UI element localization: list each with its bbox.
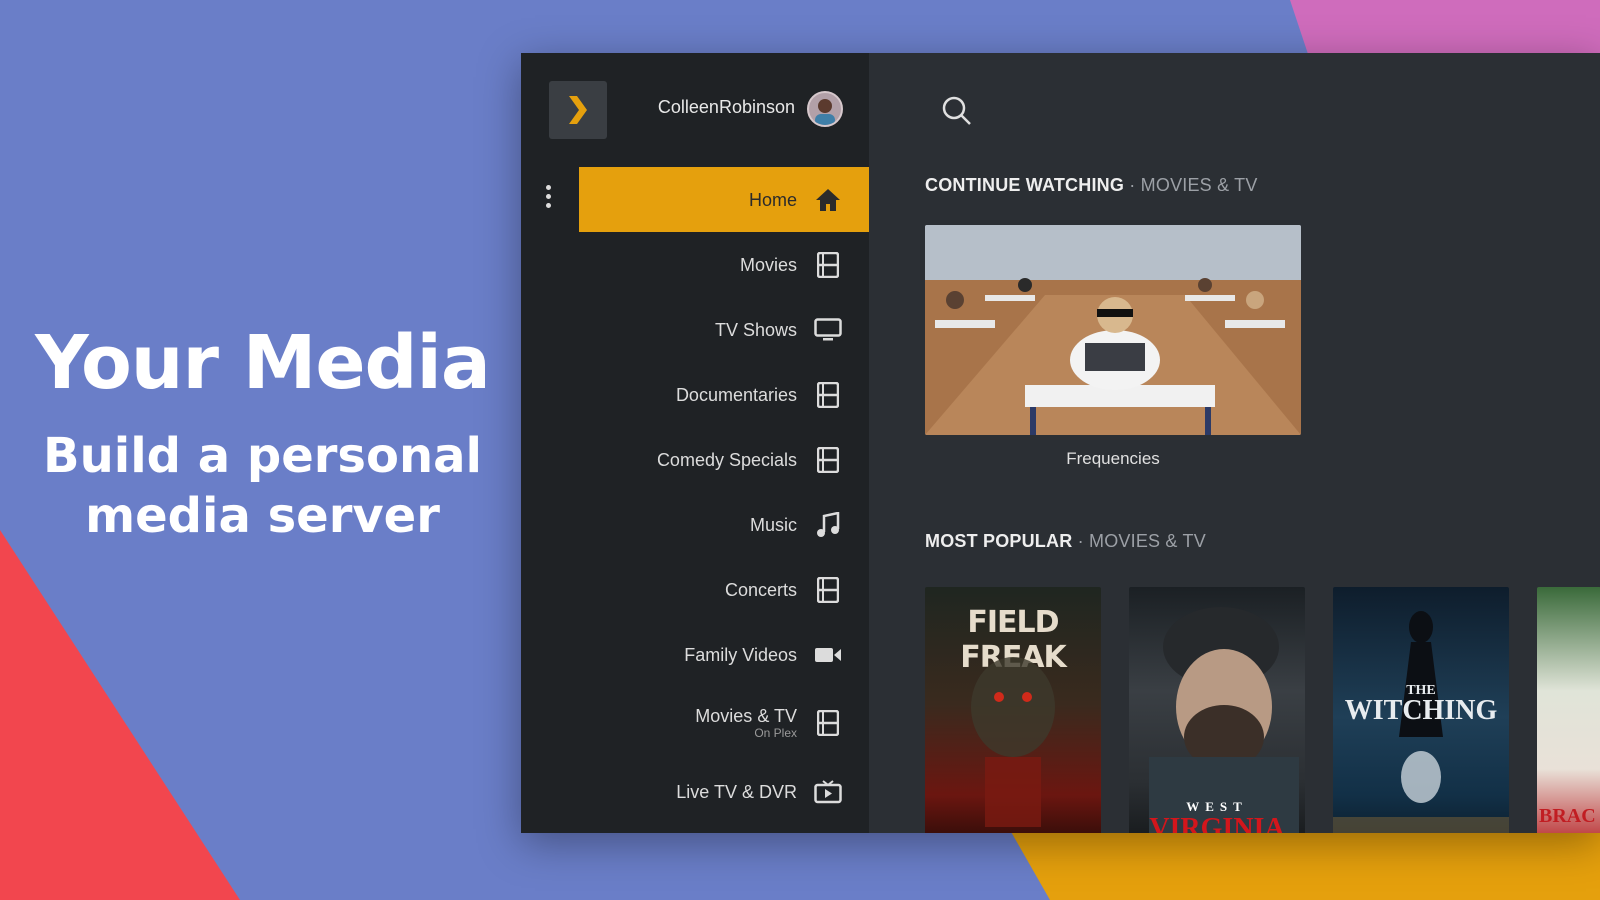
sidebar-item-home[interactable]: Home	[579, 167, 869, 232]
sidebar-item-label: Comedy Specials	[656, 449, 797, 470]
sidebar-item-sublabel: On Plex	[754, 726, 797, 740]
poster-title: VIRGINIA	[1149, 813, 1285, 833]
film-icon	[813, 575, 843, 605]
sidebar-item-label: Movies	[739, 254, 797, 275]
avatar[interactable]	[807, 91, 843, 127]
promo-subtitle: Build a personal media server	[43, 428, 482, 544]
poster-title: WITCHING	[1344, 695, 1498, 726]
search-icon[interactable]	[939, 93, 975, 129]
home-icon	[813, 185, 843, 215]
poster-the-witching[interactable]: THE WITCHING	[1333, 587, 1509, 833]
poster-west-virginia[interactable]: WEST VIRGINIA	[1129, 587, 1305, 833]
section-title: CONTINUE WATCHING	[925, 175, 1125, 195]
sidebar-item-comedy-specials[interactable]: Comedy Specials	[579, 427, 869, 492]
film-icon	[813, 445, 843, 475]
username[interactable]: ColleenRobinson	[658, 97, 795, 118]
section-context: MOVIES & TV	[1089, 531, 1206, 551]
film-icon	[813, 380, 843, 410]
sidebar-item-concerts[interactable]: Concerts	[579, 557, 869, 622]
section-title: MOST POPULAR	[925, 531, 1073, 551]
thumbnail-classroom-image	[925, 225, 1301, 435]
sidebar-item-label: Family Videos	[684, 644, 797, 665]
sidebar-item-label: Concerts	[724, 579, 797, 600]
continue-watching-header[interactable]: CONTINUE WATCHING · MOVIES & TV	[925, 175, 1258, 196]
sidebar-menu: Home Movies TV Shows Documentaries Comed…	[579, 167, 869, 824]
sidebar-item-music[interactable]: Music	[579, 492, 869, 557]
live-tv-icon	[813, 777, 843, 807]
sidebar-item-tv-shows[interactable]: TV Shows	[579, 297, 869, 362]
app-window: ColleenRobinson Home Movies TV Shows Doc…	[521, 53, 1600, 833]
sidebar-item-label: TV Shows	[714, 319, 797, 340]
sidebar-item-label: Home	[748, 189, 797, 210]
sidebar-item-live-tv-dvr[interactable]: Live TV & DVR	[579, 759, 869, 824]
continue-watching-title: Frequencies	[1066, 449, 1160, 468]
more-options-icon[interactable]	[543, 185, 553, 217]
sidebar-item-label: Music	[749, 514, 797, 535]
sidebar-item-family-videos[interactable]: Family Videos	[579, 622, 869, 687]
continue-watching-card[interactable]	[925, 225, 1301, 435]
poster-field-freak[interactable]: FIELD FREAK	[925, 587, 1101, 833]
sidebar-item-movies-tv-on-plex[interactable]: Movies & TV On Plex	[579, 687, 869, 759]
section-context: MOVIES & TV	[1140, 175, 1258, 195]
most-popular-header[interactable]: MOST POPULAR · MOVIES & TV	[925, 531, 1206, 552]
sidebar-item-label: Live TV & DVR	[676, 781, 797, 802]
sidebar-item-label: Movies & TV	[695, 706, 797, 726]
plex-logo-button[interactable]	[549, 81, 607, 139]
sidebar-item-movies[interactable]: Movies	[579, 232, 869, 297]
video-camera-icon	[813, 640, 843, 670]
poster-title: BRAC	[1539, 805, 1596, 827]
poster-partial[interactable]: BRAC	[1537, 587, 1600, 833]
main-content: CONTINUE WATCHING · MOVIES & TV Frequenc…	[869, 53, 1600, 833]
promo-title: Your Media	[35, 320, 491, 406]
film-icon	[813, 250, 843, 280]
promo-text: Your Media Build a personal media server	[0, 318, 525, 546]
tv-icon	[813, 315, 843, 345]
sidebar-item-documentaries[interactable]: Documentaries	[579, 362, 869, 427]
sidebar: ColleenRobinson Home Movies TV Shows Doc…	[521, 53, 869, 833]
music-note-icon	[813, 510, 843, 540]
sidebar-item-label: Documentaries	[675, 384, 797, 405]
film-icon	[813, 708, 843, 738]
plex-chevron-icon	[569, 96, 587, 124]
